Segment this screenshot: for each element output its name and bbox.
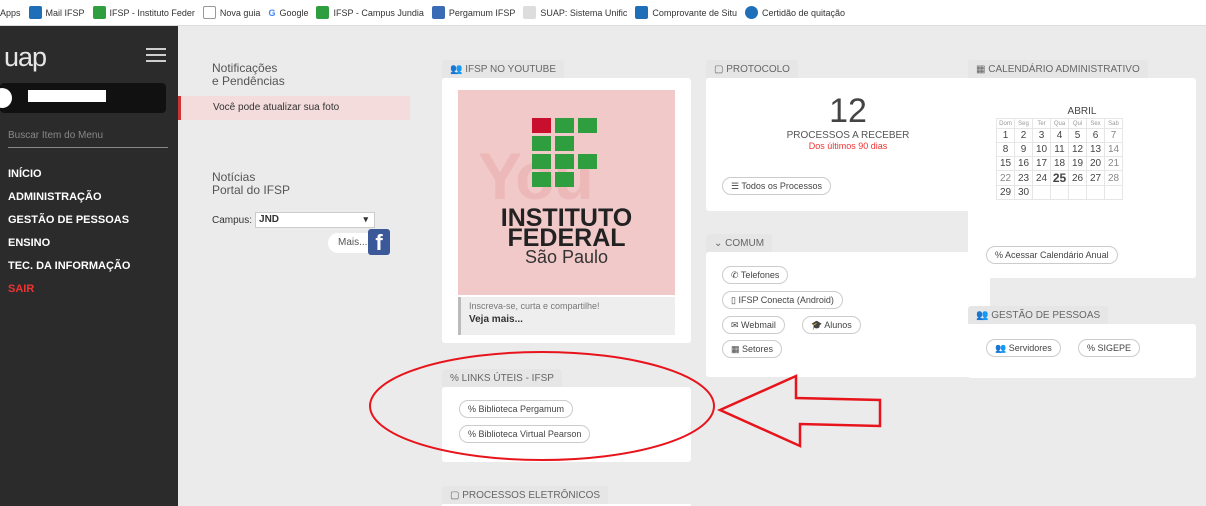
- annotation-overlay: [369, 351, 882, 461]
- annotation-arrow-icon: [716, 374, 882, 448]
- annotation-ellipse: [369, 351, 715, 461]
